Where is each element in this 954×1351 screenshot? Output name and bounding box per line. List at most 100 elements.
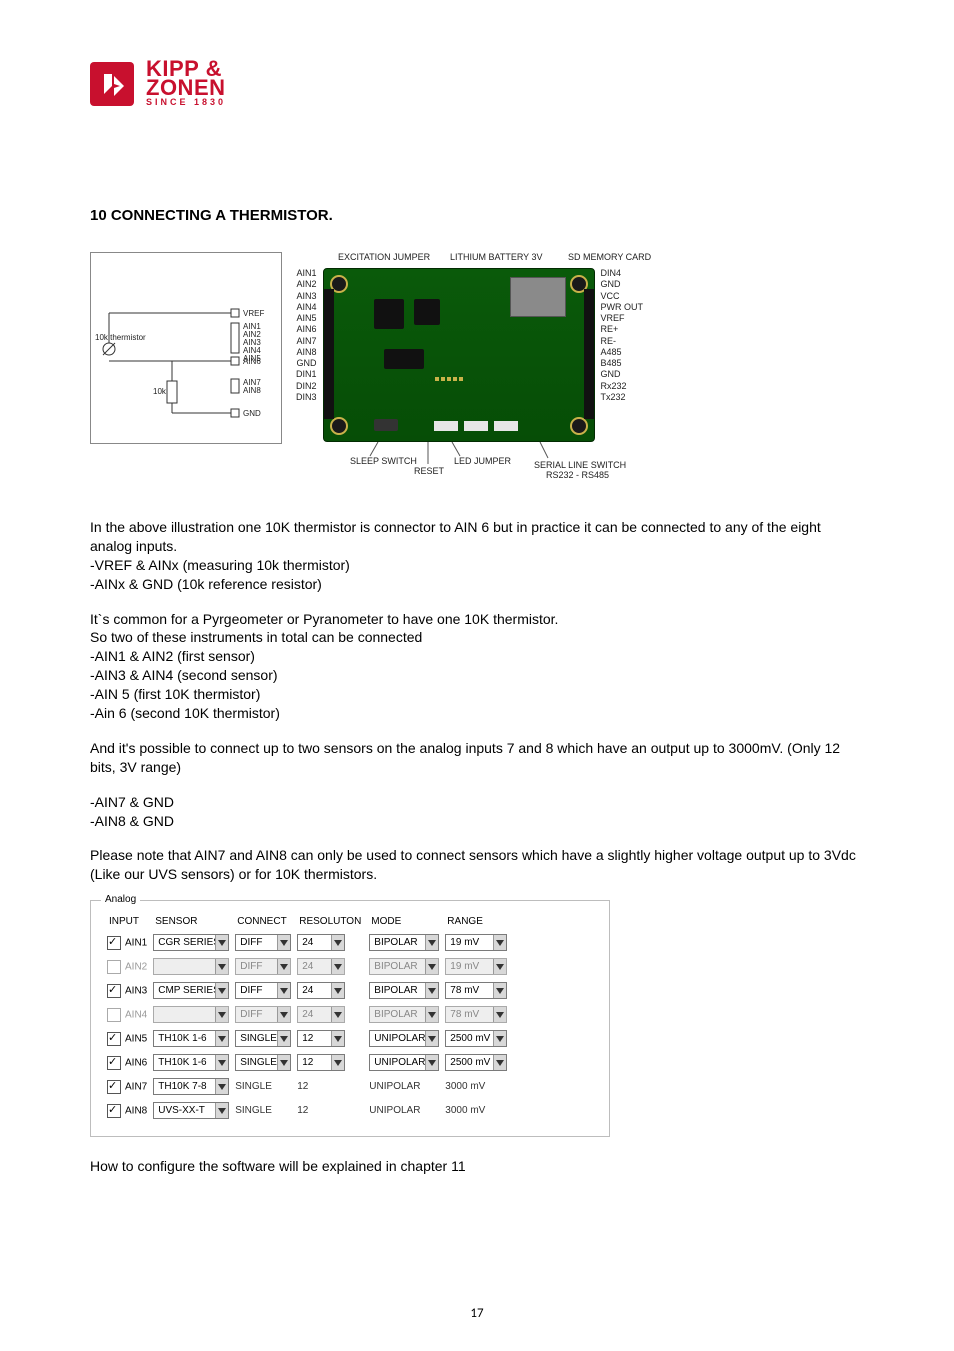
brand-logo: KIPP & ZONEN SINCE 1830 xyxy=(90,60,864,107)
connect-static: SINGLE xyxy=(235,1078,291,1095)
analog-row: AIN4DIFF24BIPOLAR78 mV xyxy=(107,1006,507,1023)
input-label: AIN7 xyxy=(125,1081,147,1092)
left-pin-column: AIN1 AIN2 AIN3 AIN4 AIN5 AIN6 AIN7 AIN8 … xyxy=(296,268,317,403)
chevron-down-icon xyxy=(425,935,439,950)
chevron-down-icon xyxy=(277,1055,290,1070)
lbl-sd: SD MEMORY CARD xyxy=(568,252,651,262)
sch-vref: VREF xyxy=(243,309,264,318)
select[interactable]: DIFF xyxy=(235,982,291,999)
analog-legend: Analog xyxy=(101,894,140,905)
select xyxy=(153,958,229,975)
right-pin-column: DIN4 GND VCC PWR OUT VREF RE+ RE- A485 B… xyxy=(601,268,644,403)
chevron-down-icon xyxy=(425,959,439,974)
select[interactable]: 19 mV xyxy=(445,934,507,951)
mode-static: UNIPOLAR xyxy=(369,1078,439,1095)
select[interactable]: UVS-XX-T xyxy=(153,1102,229,1119)
chevron-down-icon xyxy=(493,935,506,950)
select: 24 xyxy=(297,1006,345,1023)
analog-table: INPUT SENSOR CONNECT RESOLUTON MODE RANG… xyxy=(101,909,513,1126)
chevron-down-icon xyxy=(425,983,439,998)
select[interactable]: TH10K 7-8 xyxy=(153,1078,229,1095)
lbl-battery: LITHIUM BATTERY 3V xyxy=(450,252,568,262)
select[interactable]: 2500 mV xyxy=(445,1030,507,1047)
select[interactable]: SINGLE xyxy=(235,1030,291,1047)
logo-text: KIPP & ZONEN SINCE 1830 xyxy=(146,60,226,107)
lbl-led: LED JUMPER xyxy=(454,456,511,466)
chevron-down-icon xyxy=(277,959,290,974)
input-label: AIN4 xyxy=(125,1009,147,1020)
chevron-down-icon xyxy=(331,1007,344,1022)
sch-ain78: AIN7 AIN8 xyxy=(243,379,261,395)
select[interactable]: 2500 mV xyxy=(445,1054,507,1071)
paragraph-4: -AIN7 & GND -AIN8 & GND xyxy=(90,793,864,831)
chevron-down-icon xyxy=(331,1055,344,1070)
input-label: AIN6 xyxy=(125,1057,147,1068)
chevron-down-icon xyxy=(331,1031,344,1046)
select[interactable]: TH10K 1-6 xyxy=(153,1030,229,1047)
select[interactable]: 12 xyxy=(297,1030,345,1047)
checkbox[interactable] xyxy=(107,1104,121,1118)
chevron-down-icon xyxy=(215,1007,229,1022)
chevron-down-icon xyxy=(425,1031,439,1046)
checkbox[interactable] xyxy=(107,984,121,998)
input-label: AIN3 xyxy=(125,985,147,996)
analog-row: AIN8UVS-XX-TSINGLE12UNIPOLAR3000 mV xyxy=(107,1102,507,1119)
select[interactable]: TH10K 1-6 xyxy=(153,1054,229,1071)
chevron-down-icon xyxy=(493,1055,506,1070)
section-heading: 10 CONNECTING A THERMISTOR. xyxy=(90,207,864,224)
select: BIPOLAR xyxy=(369,1006,439,1023)
chevron-down-icon xyxy=(425,1007,439,1022)
select[interactable]: DIFF xyxy=(235,934,291,951)
lbl-serial1: SERIAL LINE SWITCH xyxy=(534,460,626,470)
range-static: 3000 mV xyxy=(445,1078,507,1095)
analog-row: AIN3 CMP SERIES DIFF 24 BIPOLAR 78 mV xyxy=(107,982,507,999)
chevron-down-icon xyxy=(493,959,506,974)
select: 78 mV xyxy=(445,1006,507,1023)
chevron-down-icon xyxy=(277,935,290,950)
lbl-serial2: RS232 - RS485 xyxy=(546,470,609,480)
mode-static: UNIPOLAR xyxy=(369,1102,439,1119)
board-top-labels: EXCITATION JUMPER LITHIUM BATTERY 3V SD … xyxy=(296,252,864,262)
analog-header-row: INPUT SENSOR CONNECT RESOLUTON MODE RANG… xyxy=(107,916,507,927)
schematic-figure: 10k thermistor VREF AIN1 AIN2 AIN3 AIN4 … xyxy=(90,252,282,444)
figure-row: 10k thermistor VREF AIN1 AIN2 AIN3 AIN4 … xyxy=(90,252,864,482)
select[interactable]: 12 xyxy=(297,1054,345,1071)
select[interactable]: SINGLE xyxy=(235,1054,291,1071)
select[interactable]: 24 xyxy=(297,934,345,951)
hdr-mode: MODE xyxy=(369,916,439,927)
paragraph-2: It`s common for a Pyrgeometer or Pyranom… xyxy=(90,610,864,723)
chevron-down-icon xyxy=(331,983,344,998)
chevron-down-icon xyxy=(215,959,229,974)
chevron-down-icon xyxy=(493,1031,506,1046)
chevron-down-icon xyxy=(425,1055,439,1070)
select: 19 mV xyxy=(445,958,507,975)
select[interactable]: 78 mV xyxy=(445,982,507,999)
chevron-down-icon xyxy=(331,959,344,974)
select[interactable]: 24 xyxy=(297,982,345,999)
select[interactable]: BIPOLAR xyxy=(369,934,439,951)
checkbox[interactable] xyxy=(107,936,121,950)
chevron-down-icon xyxy=(215,935,229,950)
paragraph-3: And it's possible to connect up to two s… xyxy=(90,739,864,777)
analog-row: AIN5TH10K 1-6SINGLE12UNIPOLAR2500 mV xyxy=(107,1030,507,1047)
checkbox[interactable] xyxy=(107,1080,121,1094)
select[interactable]: CMP SERIES xyxy=(153,982,229,999)
select[interactable]: UNIPOLAR xyxy=(369,1030,439,1047)
checkbox[interactable] xyxy=(107,1032,121,1046)
chevron-down-icon xyxy=(215,1031,229,1046)
select[interactable]: UNIPOLAR xyxy=(369,1054,439,1071)
checkbox xyxy=(107,960,121,974)
select[interactable]: BIPOLAR xyxy=(369,982,439,999)
sch-ain6: AIN6 xyxy=(243,357,261,366)
checkbox[interactable] xyxy=(107,1056,121,1070)
select[interactable]: CGR SERIES xyxy=(153,934,229,951)
lbl-sleep: SLEEP SWITCH xyxy=(350,456,417,466)
sch-thermistor-label: 10k thermistor xyxy=(95,333,146,342)
hdr-resolution: RESOLUTON xyxy=(297,916,363,927)
closing-line: How to configure the software will be ex… xyxy=(90,1157,864,1176)
lbl-reset: RESET xyxy=(414,466,444,476)
chevron-down-icon xyxy=(331,935,344,950)
resolution-static: 12 xyxy=(297,1078,363,1095)
chevron-down-icon xyxy=(215,1103,229,1118)
sch-gnd: GND xyxy=(243,409,261,418)
